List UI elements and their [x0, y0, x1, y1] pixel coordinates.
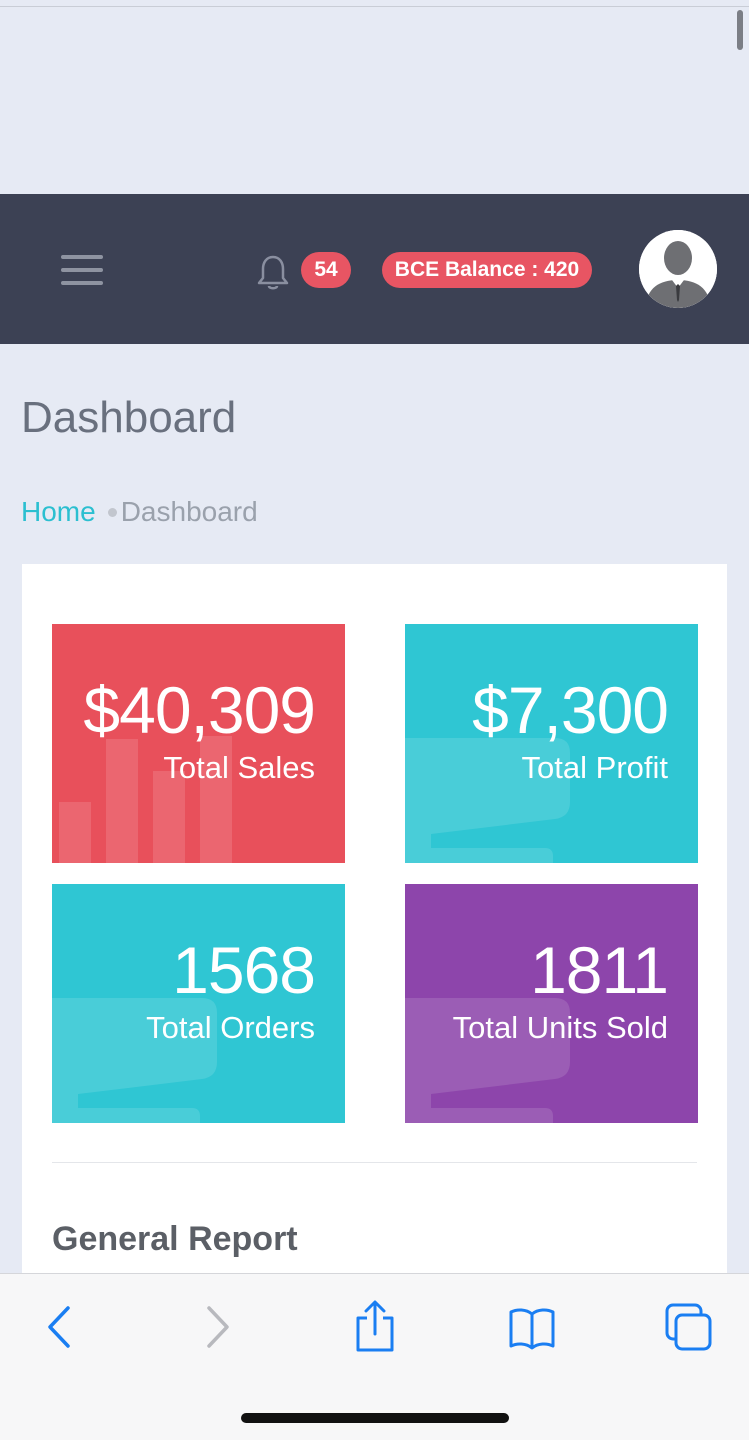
page-scrollbar[interactable] — [737, 10, 743, 50]
breadcrumb: Home Dashboard — [21, 496, 258, 528]
page-title: Dashboard — [21, 393, 237, 442]
top-header — [0, 194, 749, 344]
stat-tile-total-orders[interactable]: 1568 Total Orders — [52, 884, 345, 1123]
section-divider — [52, 1162, 697, 1163]
stat-label: Total Profit — [521, 750, 668, 785]
tabs-icon[interactable] — [663, 1300, 715, 1354]
balance-badge[interactable]: BCE Balance : 420 — [382, 252, 592, 288]
notification-count-badge[interactable]: 54 — [301, 252, 351, 288]
home-indicator — [241, 1413, 509, 1423]
breadcrumb-current: Dashboard — [120, 496, 258, 527]
stat-label: Total Orders — [146, 1010, 315, 1045]
stat-tile-total-sales[interactable]: $40,309 Total Sales — [52, 624, 345, 863]
stat-value: 1811 — [530, 933, 669, 1007]
stat-value: $7,300 — [472, 673, 669, 747]
stat-value: $40,309 — [83, 673, 316, 747]
stat-tile-total-profit[interactable]: $7,300 Total Profit — [405, 624, 698, 863]
menu-icon[interactable] — [61, 255, 103, 285]
dashboard-card: $40,309 Total Sales $7,300 Total Profit … — [22, 564, 727, 1324]
stat-label: Total Sales — [163, 750, 315, 785]
breadcrumb-separator — [107, 507, 117, 517]
bookmarks-icon[interactable] — [506, 1300, 558, 1354]
user-avatar[interactable] — [639, 230, 717, 308]
bell-icon[interactable] — [256, 254, 290, 292]
general-report-title: General Report — [52, 1220, 298, 1258]
stat-label: Total Units Sold — [452, 1010, 668, 1045]
top-divider — [0, 6, 749, 7]
stat-tile-total-units-sold[interactable]: 1811 Total Units Sold — [405, 884, 698, 1123]
breadcrumb-home-link[interactable]: Home — [21, 496, 96, 527]
forward-icon[interactable] — [191, 1300, 243, 1354]
stat-value: 1568 — [172, 933, 316, 1007]
back-icon[interactable] — [34, 1300, 86, 1354]
share-icon[interactable] — [349, 1300, 401, 1354]
